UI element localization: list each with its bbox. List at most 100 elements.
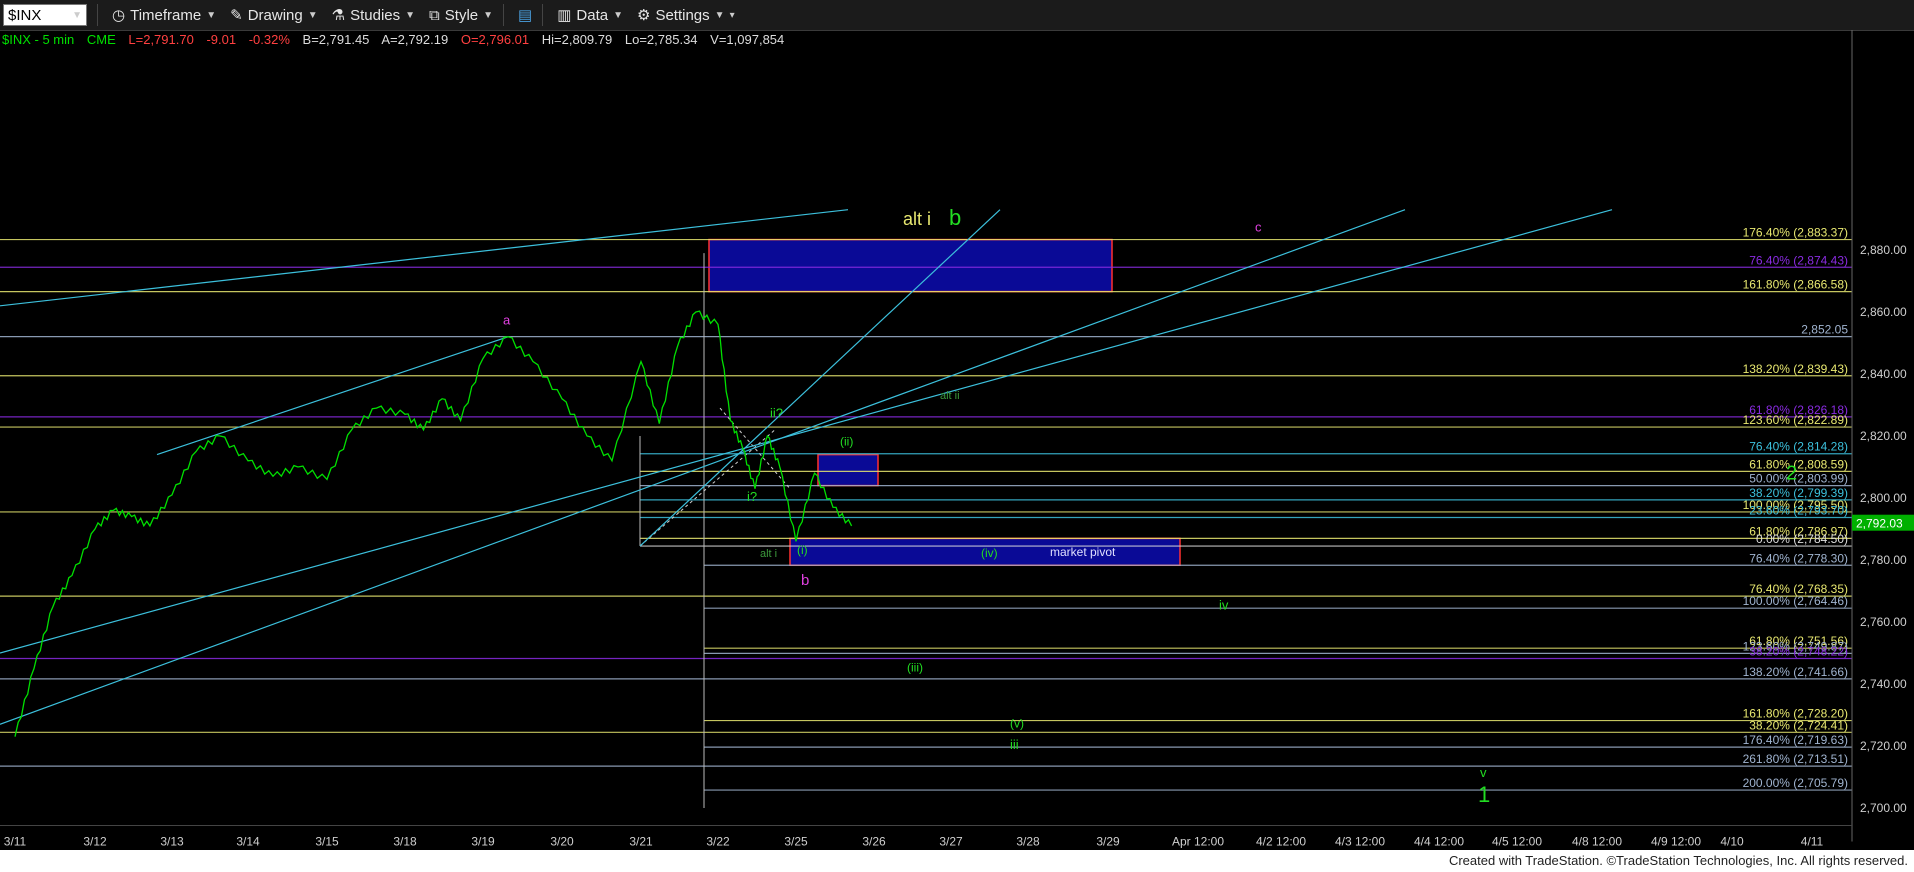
x-tick-label: 3/21 xyxy=(629,835,653,849)
fib-level-label: 61.80% (2,808.59) xyxy=(1749,457,1848,471)
y-tick-label: 2,740.00 xyxy=(1860,677,1907,691)
timeframe-menu[interactable]: ◷ Timeframe ▼ xyxy=(112,6,217,25)
wave-label: iv xyxy=(1219,598,1229,613)
timeframe-label: Timeframe xyxy=(130,6,202,24)
wave-label: i? xyxy=(747,489,757,504)
fib-level-label: 200.00% (2,705.79) xyxy=(1743,776,1848,790)
y-tick-label: 2,780.00 xyxy=(1860,553,1907,567)
divider xyxy=(542,4,544,26)
x-tick-label: 3/12 xyxy=(83,835,107,849)
x-tick-label: 4/9 12:00 xyxy=(1651,835,1701,849)
wave-label: alt i xyxy=(903,209,931,229)
wave-label: a xyxy=(503,312,511,327)
fib-level-label: 123.60% (2,822.89) xyxy=(1743,413,1848,427)
fib-level-label: 76.40% (2,874.43) xyxy=(1749,253,1848,267)
fib-level-label: 138.20% (2,839.43) xyxy=(1743,362,1848,376)
data-icon: ▥ xyxy=(557,7,572,24)
x-tick-label: 3/13 xyxy=(160,835,184,849)
divider xyxy=(503,4,505,26)
flask-icon: ⚗ xyxy=(331,7,346,24)
settings-menu[interactable]: ⚙ Settings ▼ ▾ xyxy=(637,6,735,25)
chevron-down-icon: ▼ xyxy=(613,9,623,21)
toolbar: $INX ▼ ◷ Timeframe ▼ ✎ Drawing ▼ ⚗ Studies ▼ ⧉ S… xyxy=(0,0,1914,31)
zone-box xyxy=(708,238,1113,293)
x-tick-label: Apr 12:00 xyxy=(1172,835,1224,849)
chevron-down-icon: ▼ xyxy=(714,9,725,21)
zone-box xyxy=(817,453,879,487)
x-tick-label: 3/29 xyxy=(1096,835,1120,849)
x-tick-label: 3/19 xyxy=(471,835,495,849)
fib-level-label: 76.40% (2,778.30) xyxy=(1749,551,1848,565)
x-tick-label: 3/27 xyxy=(939,835,963,849)
x-tick-label: 3/22 xyxy=(706,835,730,849)
wave-label: (iii) xyxy=(907,661,923,675)
y-tick-label: 2,820.00 xyxy=(1860,429,1907,443)
divider xyxy=(97,4,98,26)
drawing-menu[interactable]: ✎ Drawing ▼ xyxy=(230,6,318,25)
y-tick-label: 2,800.00 xyxy=(1860,491,1907,505)
symbol-input[interactable]: $INX ▼ xyxy=(3,4,87,26)
x-tick-label: 3/14 xyxy=(236,835,260,849)
fib-level-label: 76.40% (2,814.28) xyxy=(1749,440,1848,454)
wave-label: v xyxy=(1480,765,1487,780)
chevron-down-icon: ▼ xyxy=(483,9,494,21)
layout-button[interactable]: ▤ xyxy=(518,6,532,24)
chevron-down-icon: ▼ xyxy=(206,9,217,21)
wave-label: ii? xyxy=(770,405,783,420)
wave-label: c xyxy=(1255,219,1262,234)
wave-label: 2 xyxy=(1786,462,1797,484)
x-tick-label: 4/11 xyxy=(1801,835,1824,849)
x-tick-label: 4/10 xyxy=(1720,835,1744,849)
y-tick-label: 2,700.00 xyxy=(1860,801,1907,815)
x-tick-label: 3/26 xyxy=(862,835,886,849)
wave-label: (i) xyxy=(797,543,808,557)
last-price-label: 2,792.03 xyxy=(1856,517,1903,531)
fib-level-label: 261.80% (2,713.51) xyxy=(1743,752,1848,766)
fib-level-label: 176.40% (2,719.63) xyxy=(1743,733,1848,747)
fib-level-label: 38.20% (2,748.22) xyxy=(1749,645,1848,659)
settings-label: Settings xyxy=(655,6,710,24)
fib-level-label: 23.60% (2,793.70) xyxy=(1749,504,1848,518)
price-chart[interactable]: market pivot 176.40% (2,883.37) 76.40% (2,… xyxy=(0,30,1914,850)
trend-channel-line xyxy=(0,209,1406,725)
x-tick-label: 3/28 xyxy=(1016,835,1040,849)
x-tick-label: 3/18 xyxy=(393,835,417,849)
chevron-down-icon: ▼ xyxy=(72,9,82,21)
x-tick-label: 3/25 xyxy=(784,835,808,849)
y-tick-label: 2,760.00 xyxy=(1860,615,1907,629)
pencil-icon: ✎ xyxy=(230,7,243,24)
fib-level-label: 38.20% (2,724.41) xyxy=(1749,718,1848,732)
y-tick-label: 2,840.00 xyxy=(1860,367,1907,381)
wave-label: alt i xyxy=(760,548,777,560)
market-pivot-label: market pivot xyxy=(1050,545,1116,559)
wave-label: 1 xyxy=(1478,782,1490,807)
wave-label: b xyxy=(801,572,809,589)
x-tick-label: 4/3 12:00 xyxy=(1335,835,1385,849)
fib-level-label: 100.00% (2,764.46) xyxy=(1743,594,1848,608)
y-tick-label: 2,860.00 xyxy=(1860,305,1907,319)
studies-label: Studies xyxy=(350,6,401,24)
fib-level-label: 50.00% (2,803.99) xyxy=(1749,472,1848,486)
style-menu[interactable]: ⧉ Style ▼ xyxy=(429,7,493,24)
more-icon: ▾ xyxy=(729,9,735,21)
style-label: Style xyxy=(444,6,479,24)
data-menu[interactable]: ▥ Data ▼ xyxy=(557,6,623,25)
fib-level-label: 2,852.05 xyxy=(1801,323,1848,337)
symbol-text: $INX xyxy=(8,6,42,24)
trend-channel-line xyxy=(156,336,509,456)
x-tick-label: 3/20 xyxy=(550,835,574,849)
x-tick-label: 4/4 12:00 xyxy=(1414,835,1464,849)
fib-level-label: 0.00% (2,784.50) xyxy=(1756,532,1848,546)
wave-label: iii xyxy=(1010,737,1019,752)
fib-level-label: 176.40% (2,883.37) xyxy=(1743,226,1848,240)
clock-icon: ◷ xyxy=(112,7,126,24)
wave-label: alt ii xyxy=(940,390,960,402)
studies-menu[interactable]: ⚗ Studies ▼ xyxy=(331,6,415,25)
style-icon: ⧉ xyxy=(429,6,440,24)
wave-label: b xyxy=(949,205,961,230)
x-tick-label: 3/11 xyxy=(4,835,27,849)
x-tick-label: 3/15 xyxy=(315,835,339,849)
x-tick-label: 4/8 12:00 xyxy=(1572,835,1622,849)
footer-credit: Created with TradeStation. ©TradeStation… xyxy=(0,850,1914,872)
wave-label: (v) xyxy=(1010,716,1024,730)
